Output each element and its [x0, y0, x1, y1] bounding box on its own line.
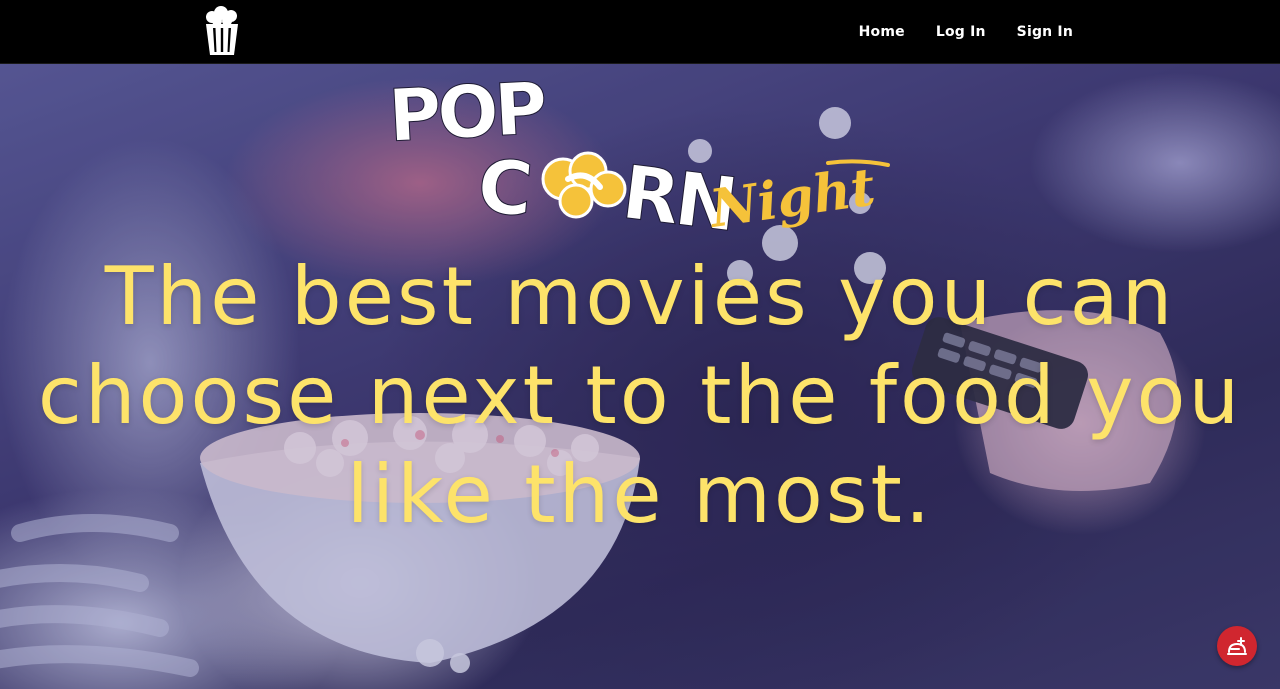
popcorn-bucket-icon[interactable] — [203, 5, 241, 57]
headline-line-1: The best movies you can — [104, 250, 1176, 343]
navbar: Home Log In Sign In — [0, 0, 1280, 64]
food-delivery-icon — [1227, 637, 1247, 655]
nav-signin-link[interactable]: Sign In — [1017, 24, 1073, 40]
food-delivery-button[interactable] — [1217, 626, 1257, 666]
hero-banner: POP C RN Night The best movies you can c… — [0, 63, 1280, 689]
headline-line-3: like the most. — [346, 448, 934, 541]
nav-login-link[interactable]: Log In — [936, 24, 986, 40]
nav-home-link[interactable]: Home — [859, 24, 905, 40]
popcorn-night-logo: POP C RN Night — [388, 79, 890, 249]
hero-headline: The best movies you can choose next to t… — [0, 247, 1280, 544]
nav-links: Home Log In Sign In — [859, 0, 1073, 63]
headline-line-2: choose next to the food you — [37, 349, 1243, 442]
popcorn-o-icon — [541, 151, 627, 219]
svg-text:C: C — [474, 143, 532, 233]
